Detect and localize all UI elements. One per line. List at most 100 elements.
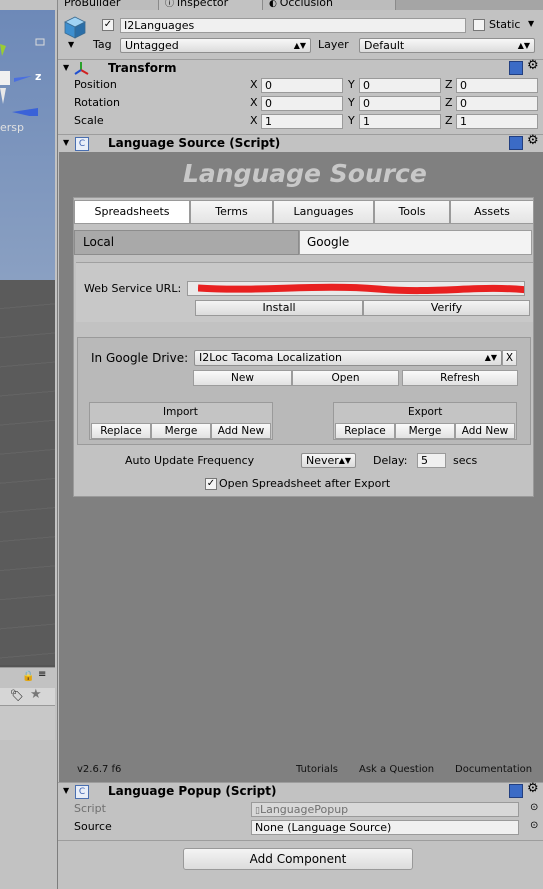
- source-field[interactable]: None (Language Source): [251, 820, 519, 835]
- auto-update-label: Auto Update Frequency: [125, 454, 255, 467]
- hierarchy-toolbar: 🔒 ≡: [0, 667, 55, 689]
- export-replace-button[interactable]: Replace: [335, 423, 395, 439]
- layer-label: Layer: [318, 38, 349, 51]
- language-popup-header[interactable]: ▼ C Language Popup (Script) ⚙: [58, 782, 543, 801]
- language-source-banner: Language Source: [183, 159, 427, 188]
- documentation-link[interactable]: Documentation: [455, 763, 532, 777]
- tutorials-link[interactable]: Tutorials: [296, 763, 338, 777]
- language-source-header[interactable]: ▼ C Language Source (Script) ⚙: [58, 134, 543, 153]
- lock-icon[interactable]: 🔒: [22, 670, 34, 684]
- verify-button[interactable]: Verify: [363, 300, 530, 316]
- transform-header[interactable]: ▼ Transform ⚙: [58, 59, 543, 78]
- install-button[interactable]: Install: [195, 300, 363, 316]
- open-spreadsheet-button[interactable]: Open: [292, 370, 399, 386]
- position-label: Position: [74, 78, 117, 91]
- y-axis-label: Y: [348, 78, 355, 91]
- rotation-label: Rotation: [74, 96, 121, 109]
- star-icon[interactable]: ★: [30, 688, 42, 702]
- refresh-button[interactable]: Refresh: [402, 370, 518, 386]
- info-icon: ⓘ: [165, 0, 177, 9]
- delay-label: Delay:: [373, 454, 408, 467]
- z-axis-label: Z: [445, 96, 453, 109]
- x-axis-label: X: [250, 96, 258, 109]
- export-title: Export: [408, 406, 443, 418]
- scene-view[interactable]: z ersp 🔒 ≡ 🏷 ★: [0, 0, 55, 889]
- divider: [58, 840, 543, 841]
- menu-icon[interactable]: ≡: [38, 668, 46, 682]
- static-dropdown-icon[interactable]: ▼: [528, 17, 534, 31]
- language-source-title: Language Source (Script): [108, 136, 281, 150]
- new-spreadsheet-button[interactable]: New: [193, 370, 292, 386]
- add-component-button[interactable]: Add Component: [183, 848, 413, 870]
- drive-spreadsheet-value: I2Loc Tacoma Localization: [199, 351, 342, 364]
- position-z-field[interactable]: 0: [456, 78, 538, 93]
- hierarchy-selected-row[interactable]: [0, 706, 55, 740]
- rotation-y-field[interactable]: 0: [359, 96, 441, 111]
- import-title: Import: [163, 406, 198, 418]
- gear-icon[interactable]: ⚙: [527, 782, 539, 796]
- static-checkbox[interactable]: [473, 19, 485, 31]
- layer-dropdown[interactable]: Default ▲▼: [359, 38, 535, 53]
- redaction-mark: [198, 283, 524, 295]
- tab-terms[interactable]: Terms: [190, 200, 273, 224]
- help-book-icon[interactable]: [509, 61, 523, 75]
- transform-icon: [74, 62, 89, 75]
- ask-question-link[interactable]: Ask a Question: [359, 763, 434, 777]
- tag-label: Tag: [93, 38, 112, 51]
- x-axis-label: X: [250, 78, 258, 91]
- help-book-icon[interactable]: [509, 784, 523, 798]
- web-service-label: Web Service URL:: [84, 282, 182, 295]
- active-checkbox[interactable]: ✓: [102, 19, 114, 31]
- subtab-local[interactable]: Local: [74, 230, 299, 255]
- foldout-arrow-icon[interactable]: ▼: [63, 784, 69, 798]
- foldout-arrow-icon[interactable]: ▼: [63, 61, 69, 75]
- gear-icon[interactable]: ⚙: [527, 59, 539, 73]
- object-picker-icon[interactable]: ⊙: [530, 801, 538, 815]
- drive-label: In Google Drive:: [91, 351, 189, 365]
- script-icon: C: [75, 137, 89, 151]
- web-service-url-field[interactable]: [187, 281, 525, 296]
- position-x-field[interactable]: 0: [261, 78, 343, 93]
- position-y-field[interactable]: 0: [359, 78, 441, 93]
- scale-z-field[interactable]: 1: [456, 114, 538, 129]
- import-replace-button[interactable]: Replace: [91, 423, 151, 439]
- object-picker-icon[interactable]: ⊙: [530, 819, 538, 833]
- icon-dropdown-arrow-icon[interactable]: ▼: [68, 38, 74, 52]
- export-add-new-button[interactable]: Add New: [455, 423, 515, 439]
- auto-update-dropdown[interactable]: Never ▲▼: [301, 453, 356, 468]
- y-axis-label: Y: [348, 96, 355, 109]
- gameobject-cube-icon: [64, 16, 86, 39]
- tab-languages[interactable]: Languages: [273, 200, 374, 224]
- tab-tools[interactable]: Tools: [374, 200, 450, 224]
- scale-y-field[interactable]: 1: [359, 114, 441, 129]
- hierarchy-filter-bar: 🏷 ★: [0, 688, 55, 706]
- script-field: ▯LanguagePopup: [251, 802, 519, 817]
- drive-clear-button[interactable]: X: [502, 350, 517, 366]
- gameobject-name-field[interactable]: I2Languages: [120, 18, 466, 33]
- chevron-updown-icon: ▲▼: [293, 41, 306, 50]
- transform-title: Transform: [108, 61, 177, 75]
- subtab-google[interactable]: Google: [299, 230, 532, 255]
- foldout-arrow-icon[interactable]: ▼: [63, 136, 69, 150]
- tag-dropdown[interactable]: Untagged ▲▼: [120, 38, 311, 53]
- tab-assets[interactable]: Assets: [450, 200, 534, 224]
- scale-x-field[interactable]: 1: [261, 114, 343, 129]
- tag-icon[interactable]: 🏷: [10, 689, 24, 703]
- scene-toolbar: [0, 0, 55, 10]
- editor-tab-strip: ProBuilder ⓘ Inspector ◐ Occlusion: [57, 0, 543, 12]
- delay-field[interactable]: 5: [417, 453, 446, 468]
- help-book-icon[interactable]: [509, 136, 523, 150]
- export-merge-button[interactable]: Merge: [395, 423, 455, 439]
- import-merge-button[interactable]: Merge: [151, 423, 211, 439]
- scene-gizmo-icon[interactable]: [0, 36, 55, 116]
- tag-value: Untagged: [125, 39, 179, 52]
- rotation-x-field[interactable]: 0: [261, 96, 343, 111]
- import-add-new-button[interactable]: Add New: [211, 423, 271, 439]
- gear-icon[interactable]: ⚙: [527, 134, 539, 148]
- drive-spreadsheet-dropdown[interactable]: I2Loc Tacoma Localization ▲▼: [194, 350, 502, 366]
- tab-spreadsheets[interactable]: Spreadsheets: [74, 200, 190, 224]
- persp-label[interactable]: ersp: [0, 121, 24, 135]
- open-after-export-checkbox[interactable]: ✓: [205, 478, 217, 490]
- rotation-z-field[interactable]: 0: [456, 96, 538, 111]
- chevron-updown-icon: ▲▼: [517, 41, 530, 50]
